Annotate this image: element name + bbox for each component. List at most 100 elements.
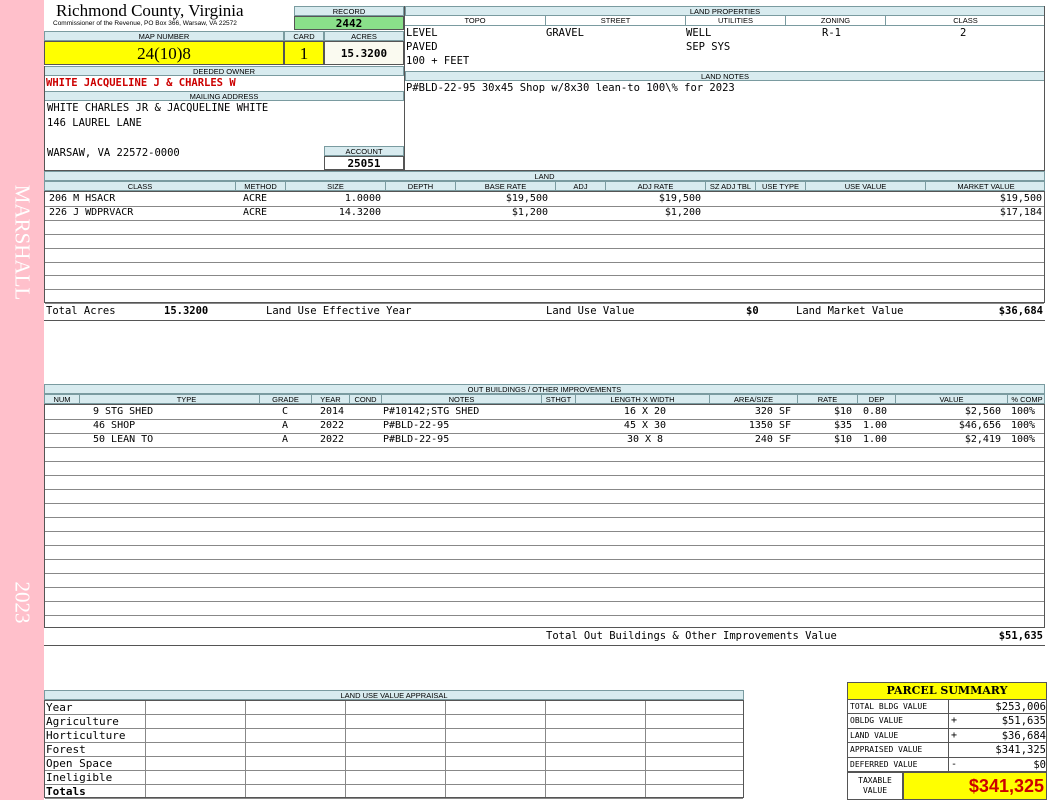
- ob-cell-notes: P#10142;STG SHED: [383, 406, 480, 417]
- mailing-line-3: WARSAW, VA 22572-0000: [47, 147, 180, 159]
- ob-cell-type: 9 STG SHED: [93, 406, 154, 417]
- zoning-header: ZONING: [785, 16, 885, 26]
- land-title: LAND: [44, 171, 1045, 181]
- ob-cell-dep: 1.00: [863, 420, 888, 431]
- parcel-summary-row: APPRAISED VALUE $341,325: [848, 743, 1046, 758]
- parcel-summary-operator: +: [951, 715, 958, 727]
- topo-3: 100 + FEET: [406, 55, 470, 67]
- ob-cell-comp: 100%: [1011, 420, 1036, 431]
- ob-cell-dep: 0.80: [863, 406, 888, 417]
- luva-row-label: Year: [46, 701, 73, 714]
- mailing-line-2: 146 LAUREL LANE: [47, 117, 142, 129]
- parcel-summary-row: OBLDG VALUE + $51,635: [848, 714, 1046, 729]
- street-1: GRAVEL: [546, 27, 584, 39]
- ob-cell-area: 1350 SF: [748, 420, 791, 431]
- outbuilding-row: 50 LEAN TO A 2022 P#BLD-22-95 30 X 8 240 SF $1…: [45, 433, 1044, 447]
- ob-cell-year: 2014: [320, 406, 345, 417]
- topo-2: PAVED: [406, 41, 438, 53]
- land-cell-class: 206 M HSACR: [49, 193, 116, 204]
- ob-cell-grade: A: [281, 434, 289, 445]
- parcel-summary-title: PARCEL SUMMARY: [847, 682, 1047, 700]
- ob-cell-type: 50 LEAN TO: [93, 434, 154, 445]
- ob-cell-lxw: 16 X 20: [623, 406, 667, 417]
- sidebar: MARSHALL 2023: [0, 0, 44, 800]
- luva-row-label: Forest: [46, 743, 86, 756]
- land-cell-class: 226 J WDPRVACR: [49, 206, 134, 218]
- ob-cell-area: 320 SF: [754, 406, 791, 417]
- luva-row-label: Open Space: [46, 757, 113, 770]
- land-cell-market: $19,500: [999, 193, 1042, 204]
- parcel-summary-value: $51,635: [1001, 715, 1046, 728]
- parcel-summary-label: OBLDG VALUE: [850, 716, 903, 726]
- land-use-appraisal-title: LAND USE VALUE APPRAISAL: [44, 690, 744, 700]
- ob-cell-value: $2,419: [964, 434, 1001, 445]
- parcel-summary-label: LAND VALUE: [850, 730, 899, 740]
- ob-cell-grade: C: [281, 406, 289, 417]
- utilities-2: SEP SYS: [686, 41, 731, 53]
- record-label: RECORD: [294, 6, 404, 16]
- record-value: 2442: [294, 16, 404, 30]
- ob-cell-rate: $35: [833, 420, 852, 431]
- land-row: 226 J WDPRVACR ACRE 14.3200 $1,200 $1,200 $17…: [45, 206, 1044, 220]
- parcel-summary-operator: +: [951, 729, 958, 741]
- account-label: ACCOUNT: [324, 146, 404, 156]
- land-cell-adj-rate: $19,500: [658, 193, 701, 204]
- parcel-summary-row: DEFERRED VALUE - $0: [848, 757, 1046, 772]
- luva-row-label: Horticulture: [46, 729, 126, 742]
- ob-cell-rate: $10: [833, 406, 852, 417]
- class-value: 2: [960, 27, 967, 39]
- parcel-summary-value: $341,325: [995, 744, 1046, 757]
- land-use-value-label: Land Use Value: [546, 305, 635, 317]
- parcel-summary-value: $0: [1033, 758, 1046, 771]
- parcel-summary-value: $36,684: [1001, 729, 1046, 742]
- luva-row-label: Totals: [46, 785, 86, 798]
- land-market-value-label: Land Market Value: [796, 305, 904, 317]
- luva-row-label: Ineligible: [46, 771, 113, 784]
- deeded-owner: WHITE JACQUELINE J & CHARLES W: [46, 77, 236, 89]
- land-market-value: $36,684: [998, 305, 1043, 317]
- ob-cell-value: $2,560: [964, 406, 1001, 417]
- card-number: 1: [284, 41, 324, 65]
- outbuildings-total-label: Total Out Buildings & Other Improvements…: [546, 630, 837, 642]
- ob-cell-notes: P#BLD-22-95: [383, 420, 450, 431]
- total-acres-label: Total Acres: [46, 305, 116, 317]
- parcel-summary-operator: -: [951, 758, 958, 770]
- ob-cell-rate: $10: [833, 434, 852, 445]
- ob-cell-grade: A: [281, 420, 289, 431]
- parcel-summary-label: TOTAL BLDG VALUE: [850, 702, 928, 711]
- outbuildings-total: $51,635: [998, 630, 1043, 642]
- land-cell-market: $17,184: [999, 206, 1042, 218]
- utilities-1: WELL: [686, 27, 712, 39]
- luva-row-label: Agriculture: [46, 715, 119, 728]
- land-cell-size: 14.3200: [338, 206, 381, 218]
- parcel-summary-label: APPRAISED VALUE: [850, 745, 923, 755]
- parcel-summary-row: TOTAL BLDG VALUE $253,006: [848, 700, 1046, 715]
- outbuilding-row: 46 SHOP A 2022 P#BLD-22-95 45 X 30 1350 SF $35…: [45, 419, 1044, 433]
- land-column-headers: CLASS METHOD SIZE DEPTH BASE RATE ADJ AD…: [44, 181, 1045, 192]
- outbuildings-column-headers: NUM TYPE GRADE YEAR COND NOTES STHGT LEN…: [44, 394, 1045, 405]
- county-title: Richmond County, Virginia: [56, 1, 244, 20]
- ob-cell-lxw: 45 X 30: [623, 420, 667, 431]
- mailing-address-label: MAILING ADDRESS: [44, 91, 404, 101]
- outbuildings-rows: 9 STG SHED C 2014 P#10142;STG SHED 16 X 20 32…: [44, 404, 1045, 628]
- ob-cell-type: 46 SHOP: [93, 420, 136, 431]
- commissioner-address: Commissioner of the Revenue, PO Box 366,…: [53, 20, 237, 27]
- parcel-summary-label: DEFERRED VALUE: [850, 759, 918, 769]
- land-use-appraisal-table: Year Agriculture Horticulture Forest Open Sp…: [44, 700, 744, 799]
- ob-cell-dep: 1.00: [863, 434, 888, 445]
- acres-value: 15.3200: [324, 41, 404, 65]
- land-notes-text: P#BLD-22-95 30x45 Shop w/8x30 lean-to 10…: [406, 82, 735, 94]
- acres-label: ACRES: [324, 31, 404, 41]
- land-properties-title: LAND PROPERTIES: [405, 6, 1045, 16]
- taxable-label-box: TAXABLE VALUE: [847, 772, 903, 800]
- land-row: 206 M HSACR ACRE 1.0000 $19,500 $19,500 $19,5…: [45, 192, 1044, 206]
- card-label: CARD: [284, 31, 324, 41]
- parcel-summary-value: $253,006: [995, 701, 1046, 713]
- class-header: CLASS: [885, 16, 1045, 26]
- outbuildings-title: OUT BUILDINGS / OTHER IMPROVEMENTS: [44, 384, 1045, 394]
- land-notes-title: LAND NOTES: [405, 71, 1045, 81]
- utilities-header: UTILITIES: [685, 16, 785, 26]
- ob-cell-notes: P#BLD-22-95: [383, 434, 450, 445]
- taxable-label-1: TAXABLE: [858, 776, 892, 785]
- mailing-line-1: WHITE CHARLES JR & JACQUELINE WHITE: [47, 102, 269, 114]
